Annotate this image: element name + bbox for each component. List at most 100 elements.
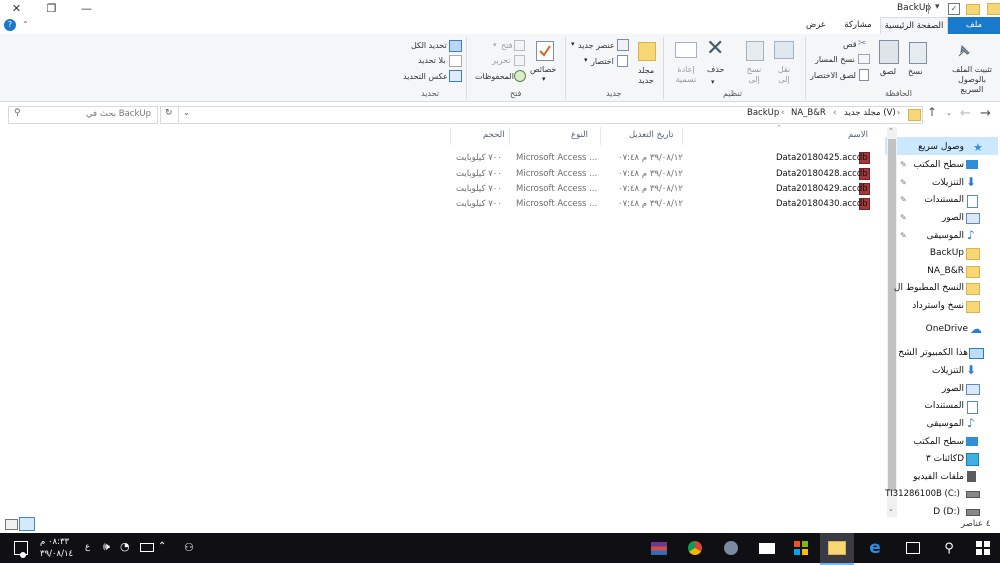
back-icon[interactable]: → bbox=[980, 106, 991, 121]
nav-item-drive-d[interactable]: D (D:) bbox=[933, 504, 960, 520]
nav-item-folder[interactable]: النسخ المطبوط ال bbox=[894, 280, 964, 296]
volume-icon[interactable]: 🕪 bbox=[103, 540, 110, 554]
table-row[interactable]: Data20180429.accdb ٣٩/٠٨/١٢ م ٠٧:٤٨ Micr… bbox=[450, 181, 875, 196]
delete-dropdown-icon[interactable]: ▾ bbox=[711, 78, 715, 86]
column-size[interactable]: الحجم bbox=[483, 130, 505, 140]
pin-icon[interactable]: ✎ bbox=[900, 213, 907, 222]
breadcrumb-item[interactable]: مجلد جديد (V) bbox=[844, 108, 896, 118]
copy-button[interactable]: نسخ bbox=[908, 67, 923, 76]
nav-item-pictures[interactable]: الصور bbox=[942, 210, 964, 226]
search-taskbar-button[interactable]: ⚲ bbox=[932, 533, 966, 563]
properties-quick-icon[interactable]: ✓ bbox=[948, 3, 960, 15]
column-divider[interactable] bbox=[450, 127, 451, 145]
new-item-button[interactable]: عنصر جديد bbox=[578, 41, 615, 50]
table-row[interactable]: Data20180428.accdb ٣٩/٠٨/١٢ م ٠٧:٤٨ Micr… bbox=[450, 166, 875, 181]
taskbar-app[interactable] bbox=[714, 533, 748, 563]
new-folder-button[interactable]: مجلد جديد bbox=[636, 66, 656, 86]
nav-item-onedrive[interactable]: OneDrive bbox=[926, 321, 968, 337]
taskbar-winrar[interactable] bbox=[642, 533, 676, 563]
nav-item-documents[interactable]: المستندات bbox=[924, 192, 964, 208]
breadcrumb-item[interactable]: NA_B&R bbox=[791, 108, 826, 118]
nav-item-3d-objects[interactable]: كائنات ٣D bbox=[926, 451, 964, 467]
help-icon[interactable]: ? bbox=[4, 19, 16, 31]
rename-button[interactable]: إعادة تسمية bbox=[674, 65, 698, 85]
select-all-button[interactable]: تحديد الكل bbox=[411, 41, 447, 50]
wifi-icon[interactable]: ◔ bbox=[120, 540, 130, 553]
show-hidden-icons-icon[interactable]: ⌃ bbox=[158, 541, 166, 552]
nav-item-music[interactable]: الموسيقى bbox=[927, 228, 964, 244]
nav-scrollbar[interactable]: ⌃ ⌄ bbox=[887, 127, 897, 517]
task-view-button[interactable] bbox=[896, 533, 930, 563]
refresh-button[interactable]: ↻ bbox=[160, 106, 179, 124]
easy-access-dropdown-icon[interactable]: ▾ bbox=[584, 56, 588, 64]
large-icons-view-icon[interactable] bbox=[5, 519, 18, 530]
nav-quick-access[interactable]: وصول سريع bbox=[918, 139, 964, 155]
recent-locations-icon[interactable]: ⌄ bbox=[946, 109, 952, 117]
column-date-modified[interactable]: تاريخ التعديل bbox=[629, 130, 674, 140]
pin-icon[interactable]: ✎ bbox=[900, 178, 907, 187]
pin-icon[interactable]: ✎ bbox=[900, 231, 907, 240]
up-icon[interactable]: ↑ bbox=[927, 105, 937, 119]
scrollbar-thumb[interactable] bbox=[888, 139, 896, 491]
taskbar-chrome[interactable] bbox=[678, 533, 712, 563]
nav-item-pc-desktop[interactable]: سطح المكتب bbox=[913, 434, 964, 450]
table-row[interactable]: Data20180430.accdb ٣٩/٠٨/١٢ م ٠٧:٤٨ Micr… bbox=[450, 196, 875, 211]
paste-button[interactable]: لصق bbox=[880, 67, 896, 76]
pin-icon[interactable]: ✎ bbox=[900, 160, 907, 169]
nav-item-backup[interactable]: BackUp bbox=[930, 245, 964, 261]
nav-item-drive-c[interactable]: TI31286100B (C:) bbox=[885, 486, 960, 502]
paste-shortcut-button[interactable]: لصق الاختصار bbox=[810, 71, 856, 80]
battery-icon[interactable] bbox=[140, 543, 154, 552]
taskbar-store[interactable] bbox=[784, 533, 818, 563]
nav-item-na-br[interactable]: NA_B&R bbox=[927, 263, 964, 279]
search-box[interactable]: ⚲ بحث في BackUp bbox=[8, 106, 158, 124]
column-divider[interactable] bbox=[509, 127, 510, 145]
nav-item-pc-music[interactable]: الموسيقى bbox=[927, 416, 964, 432]
tab-share[interactable]: مشاركة bbox=[836, 17, 880, 34]
taskbar-file-explorer[interactable] bbox=[820, 533, 854, 565]
nav-item-downloads[interactable]: التنزيلات bbox=[932, 175, 964, 191]
nav-item-pc-pictures[interactable]: الصور bbox=[942, 381, 964, 397]
close-button[interactable]: ✕ bbox=[0, 0, 33, 17]
new-item-dropdown-icon[interactable]: ▾ bbox=[571, 40, 575, 48]
nav-item-pc-downloads[interactable]: التنزيلات bbox=[932, 363, 964, 379]
address-dropdown-icon[interactable]: ⌄ bbox=[183, 108, 190, 117]
tab-file[interactable]: ملف bbox=[948, 17, 1000, 34]
input-language-indicator[interactable]: ع bbox=[85, 542, 90, 552]
delete-button[interactable]: حذف bbox=[707, 65, 724, 74]
open-dropdown-icon[interactable]: ▾ bbox=[493, 41, 497, 49]
forward-icon[interactable]: ← bbox=[960, 106, 971, 121]
ribbon-expand-icon[interactable]: ⌃ bbox=[22, 20, 29, 29]
clock-time[interactable]: ٠٨:٣٣ م bbox=[40, 537, 69, 547]
scroll-up-icon[interactable]: ⌃ bbox=[888, 127, 894, 135]
people-icon[interactable]: ⚇ bbox=[184, 541, 194, 554]
move-to-button[interactable]: نقل إلى bbox=[774, 65, 794, 85]
taskbar-edge[interactable]: e bbox=[858, 533, 892, 563]
easy-access-button[interactable]: اختصار bbox=[591, 57, 614, 66]
history-button[interactable]: المحفوظات bbox=[475, 72, 514, 81]
tab-view[interactable]: عرض bbox=[796, 17, 836, 34]
start-button[interactable] bbox=[966, 533, 1000, 563]
select-none-button[interactable]: بلا تحديد bbox=[418, 56, 446, 65]
column-type[interactable]: النوع bbox=[571, 130, 588, 140]
properties-dropdown-icon[interactable]: ▾ bbox=[542, 75, 546, 83]
new-folder-quick-icon[interactable] bbox=[966, 4, 980, 15]
details-view-icon[interactable] bbox=[19, 517, 35, 531]
maximize-button[interactable]: ❐ bbox=[35, 0, 68, 17]
properties-button[interactable]: خصائص bbox=[530, 65, 556, 74]
scroll-down-icon[interactable]: ⌄ bbox=[888, 505, 894, 513]
nav-item-videos[interactable]: ملفات الفيديو bbox=[913, 469, 964, 485]
minimize-button[interactable]: — bbox=[70, 0, 103, 17]
nav-item-backup-restore[interactable]: نسخ واسترداد bbox=[912, 298, 964, 314]
invert-selection-button[interactable]: عكس التحديد bbox=[403, 72, 448, 81]
breadcrumb-item[interactable]: BackUp bbox=[747, 108, 779, 118]
clock-date[interactable]: ٣٩/٠٨/١٤ bbox=[40, 549, 73, 559]
column-divider[interactable] bbox=[682, 127, 683, 145]
table-row[interactable]: Data20180425.accdb ٣٩/٠٨/١٢ م ٠٧:٤٨ Micr… bbox=[450, 150, 875, 165]
copy-path-button[interactable]: نسخ المسار bbox=[815, 55, 855, 64]
nav-item-this-pc[interactable]: هذا الكمبيوتر الشخ bbox=[898, 345, 968, 361]
nav-item-pc-documents[interactable]: المستندات bbox=[924, 398, 964, 414]
nav-item-desktop[interactable]: سطح المكتب bbox=[913, 157, 964, 173]
column-divider[interactable] bbox=[600, 127, 601, 145]
open-button[interactable]: فتح bbox=[501, 41, 512, 50]
